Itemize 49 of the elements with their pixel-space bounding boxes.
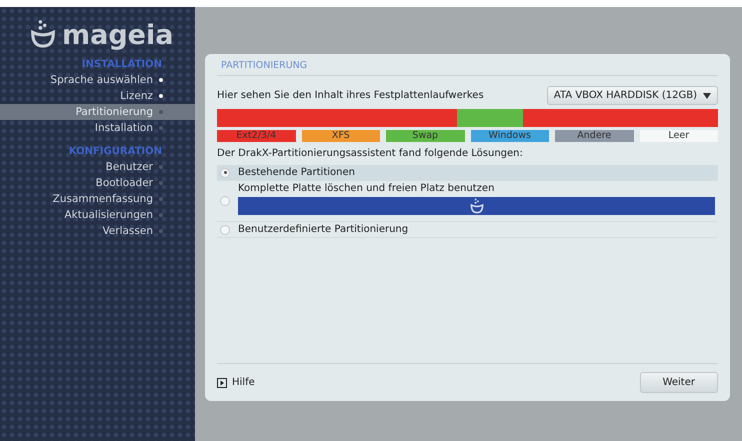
legend-item: Swap (386, 130, 464, 142)
section-title: KONFIGURATION (68, 146, 163, 157)
step-label: Verlassen (102, 225, 153, 237)
disk-label: Hier sehen Sie den Inhalt ihres Festplattenlaufwerkes (217, 90, 484, 101)
option-row[interactable]: Bestehende Partitionen (217, 165, 718, 181)
disk-dropdown[interactable]: ATA VBOX HARDDISK (12GB) (546, 86, 718, 105)
step-label: Lizenz (120, 90, 153, 102)
sidebar-item[interactable]: Installation (0, 120, 195, 136)
option-row[interactable]: Benutzerdefinierte Partitionierung (217, 222, 718, 238)
option-label: Bestehende Partitionen (238, 167, 355, 178)
step-label: Sprache auswählen (50, 74, 153, 86)
intro-text: Der DrakX-Partitionierungsassistent fand folgende Lösungen: (217, 148, 524, 159)
step-label: Installation (94, 122, 153, 134)
step-label: Bootloader (96, 177, 153, 189)
sidebar-item[interactable]: Zusammenfassung (0, 191, 195, 207)
sidebar-item[interactable]: Lizenz (0, 88, 195, 104)
partition-segment[interactable] (457, 109, 523, 127)
logo-text: mageia (62, 22, 174, 49)
next-button[interactable]: Weiter (640, 372, 718, 393)
step-label: Aktualisierungen (64, 209, 153, 221)
logo-icon (30, 19, 56, 49)
partition-segment[interactable] (522, 109, 718, 127)
help-button[interactable]: Hilfe (217, 377, 255, 388)
step-label: Zusammenfassung (52, 193, 153, 205)
radio-button[interactable] (220, 196, 230, 206)
panel-title: PARTITIONIERUNG (217, 60, 718, 76)
option-label: Benutzerdefinierte Partitionierung (238, 224, 408, 235)
radio-button[interactable] (220, 168, 230, 178)
sidebar-item[interactable]: Verlassen (0, 223, 195, 239)
partition-segment[interactable] (217, 109, 458, 127)
sidebar-item[interactable]: Benutzer (0, 159, 195, 175)
play-icon (217, 378, 227, 388)
sidebar-item[interactable]: Sprache auswählen (0, 72, 195, 88)
dropdown-icon (703, 92, 711, 98)
sidebar-item[interactable]: Bootloader (0, 175, 195, 191)
option-row[interactable]: Komplette Platte löschen und freien Platz benutzen (217, 181, 718, 222)
legend-item: Andere (555, 130, 634, 142)
legend-item: XFS (302, 130, 380, 142)
sidebar-item[interactable]: Aktualisierungen (0, 207, 195, 223)
step-label: Partitionierung (76, 106, 153, 118)
step-label: Benutzer (106, 161, 153, 173)
legend-item: Ext2/3/4 (217, 130, 296, 142)
logo-icon (470, 198, 484, 214)
radio-button[interactable] (220, 224, 230, 234)
section-title: INSTALLATION (82, 59, 163, 70)
option-label: Komplette Platte löschen und freien Platz benutzen (238, 183, 496, 194)
legend-item: Windows (470, 130, 549, 142)
legend-item: Leer (640, 130, 718, 142)
sidebar-item[interactable]: Partitionierung (0, 104, 195, 120)
